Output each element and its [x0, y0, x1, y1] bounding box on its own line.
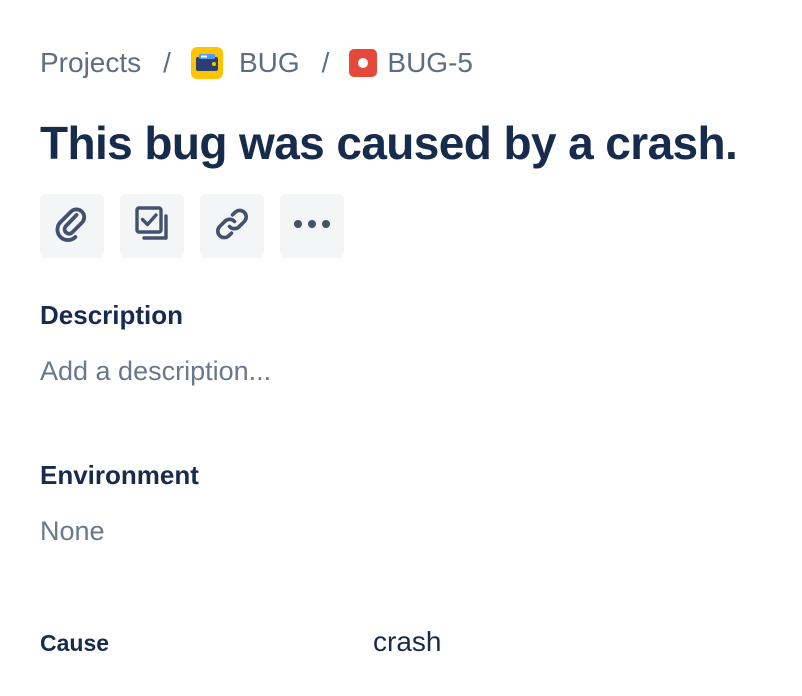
environment-field[interactable]: None — [40, 516, 105, 547]
breadcrumb-issue[interactable]: BUG-5 — [349, 47, 473, 79]
breadcrumb-projects-label: Projects — [40, 47, 142, 78]
environment-heading: Environment — [40, 460, 199, 490]
breadcrumb-issue-label: BUG-5 — [387, 47, 473, 78]
subtask-icon — [132, 204, 172, 249]
description-field[interactable]: Add a description... — [40, 356, 271, 387]
breadcrumb-project[interactable]: BUG — [190, 47, 300, 79]
breadcrumb: Projects / BUG / BUG-5 — [40, 44, 473, 82]
cause-field-label: Cause — [40, 630, 110, 656]
create-subtask-button[interactable] — [120, 194, 184, 258]
attach-button[interactable] — [40, 194, 104, 258]
bug-icon — [349, 49, 378, 77]
description-heading: Description — [40, 300, 184, 330]
breadcrumb-separator: / — [163, 47, 171, 78]
project-avatar-icon — [190, 47, 223, 79]
issue-title[interactable]: This bug was caused by a crash. — [40, 116, 738, 170]
issue-toolbar — [40, 194, 344, 258]
more-actions-button[interactable] — [280, 194, 344, 258]
more-icon — [292, 217, 332, 235]
breadcrumb-project-label: BUG — [238, 47, 300, 78]
paperclip-icon — [52, 204, 92, 249]
breadcrumb-separator: / — [321, 47, 330, 78]
link-icon — [212, 204, 252, 249]
breadcrumb-projects[interactable]: Projects — [40, 47, 141, 79]
cause-field-value[interactable]: crash — [373, 626, 441, 658]
link-issue-button[interactable] — [200, 194, 264, 258]
